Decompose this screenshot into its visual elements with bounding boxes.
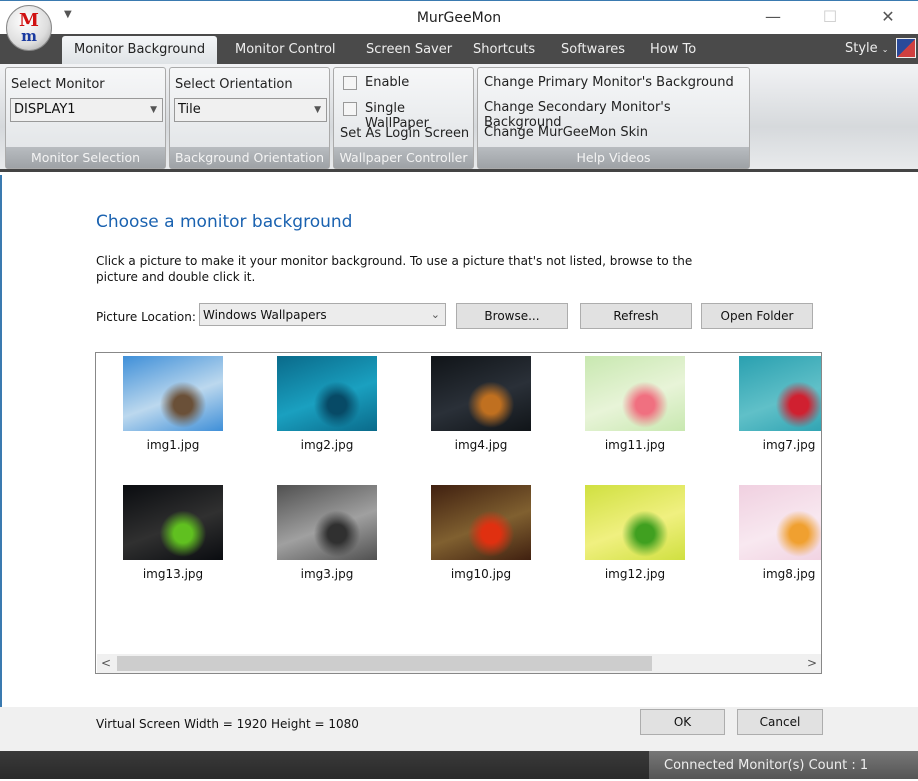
- page-title: Choose a monitor background: [96, 212, 353, 232]
- dropdown-arrow-icon: ▼: [314, 105, 321, 115]
- thumbnail-label: img12.jpg: [604, 567, 666, 581]
- thumbnail-image[interactable]: [431, 485, 531, 560]
- thumbnail-image[interactable]: [739, 356, 821, 431]
- quick-access-dropdown-icon[interactable]: ▼: [64, 9, 72, 20]
- cancel-button[interactable]: Cancel: [737, 709, 823, 735]
- description-text: Click a picture to make it your monitor …: [96, 254, 693, 284]
- chevron-down-icon: ⌄: [881, 45, 889, 54]
- style-menu[interactable]: Style ⌄: [845, 41, 889, 56]
- chevron-down-icon: ⌄: [430, 308, 440, 321]
- dropdown-arrow-icon: ▼: [150, 105, 157, 115]
- minimize-button[interactable]: —: [758, 7, 788, 26]
- enable-label: Enable: [365, 75, 410, 90]
- group-label: Help Videos: [478, 147, 749, 168]
- set-login-screen-button[interactable]: Set As Login Screen: [340, 126, 469, 141]
- thumbnail-label: img3.jpg: [300, 567, 354, 581]
- wallpaper-controller-group: Enable Single WallPaper Set As Login Scr…: [333, 67, 474, 169]
- picture-gallery: img1.jpg img2.jpg img4.jpg img11.jpg img7.jp…: [95, 352, 822, 674]
- scroll-right-icon[interactable]: >: [807, 656, 817, 670]
- tab-how-to[interactable]: How To: [638, 34, 708, 64]
- group-label: Wallpaper Controller: [334, 147, 473, 168]
- thumbnail-label: img11.jpg: [604, 438, 666, 452]
- horizontal-scrollbar[interactable]: < >: [97, 654, 821, 673]
- close-button[interactable]: ✕: [873, 7, 903, 26]
- connected-monitors-status: Connected Monitor(s) Count : 1: [649, 751, 918, 779]
- footer: Virtual Screen Width = 1920 Height = 108…: [0, 707, 918, 751]
- thumbnail-label: img13.jpg: [142, 567, 204, 581]
- refresh-button[interactable]: Refresh: [580, 303, 692, 329]
- picture-location-value: Windows Wallpapers: [203, 308, 327, 322]
- tab-softwares[interactable]: Softwares: [549, 34, 637, 64]
- thumbnail-label: img4.jpg: [454, 438, 508, 452]
- open-folder-button[interactable]: Open Folder: [701, 303, 813, 329]
- color-style-icon[interactable]: [896, 38, 916, 58]
- monitor-select-value: DISPLAY1: [14, 102, 76, 117]
- thumbnail-image[interactable]: [585, 485, 685, 560]
- thumbnail-image[interactable]: [585, 356, 685, 431]
- thumbnail-label: img7.jpg: [762, 438, 816, 452]
- thumbnail-label: img8.jpg: [762, 567, 816, 581]
- virtual-screen-info: Virtual Screen Width = 1920 Height = 108…: [96, 717, 359, 731]
- picture-location-label: Picture Location:: [96, 310, 196, 324]
- group-label: Monitor Selection: [6, 147, 165, 168]
- tab-monitor-background[interactable]: Monitor Background: [62, 36, 218, 64]
- thumbnail-image[interactable]: [277, 485, 377, 560]
- background-orientation-group: Select Orientation Tile ▼ Background Orie…: [169, 67, 330, 169]
- thumbnail-image[interactable]: [277, 356, 377, 431]
- ribbon: Select Monitor DISPLAY1 ▼ Monitor Selecti…: [0, 64, 918, 172]
- thumbnail-label: img2.jpg: [300, 438, 354, 452]
- thumbnail-image[interactable]: [123, 485, 223, 560]
- help-primary-background-link[interactable]: Change Primary Monitor's Background: [484, 75, 734, 90]
- monitor-selection-group: Select Monitor DISPLAY1 ▼ Monitor Selecti…: [5, 67, 166, 169]
- scroll-left-icon[interactable]: <: [101, 656, 111, 670]
- select-monitor-label: Select Monitor: [11, 77, 105, 92]
- thumbnail-label: img10.jpg: [450, 567, 512, 581]
- tab-screen-saver[interactable]: Screen Saver: [354, 34, 464, 64]
- orientation-select[interactable]: Tile ▼: [174, 98, 327, 122]
- scrollbar-thumb[interactable]: [117, 656, 652, 671]
- thumbnail-image[interactable]: [739, 485, 821, 560]
- title-bar: MurGeeMon ▼ — ☐ ✕: [0, 0, 918, 34]
- group-label: Background Orientation: [170, 147, 329, 168]
- help-videos-group: Change Primary Monitor's Background Chan…: [477, 67, 750, 169]
- style-label: Style: [845, 41, 878, 56]
- app-logo[interactable]: Mm: [6, 5, 52, 51]
- thumbnail-image[interactable]: [123, 356, 223, 431]
- help-change-skin-link[interactable]: Change MurGeeMon Skin: [484, 125, 648, 140]
- tab-shortcuts[interactable]: Shortcuts: [461, 34, 547, 64]
- single-wallpaper-checkbox[interactable]: [343, 102, 357, 116]
- ok-button[interactable]: OK: [640, 709, 725, 735]
- picture-location-select[interactable]: Windows Wallpapers ⌄: [199, 303, 446, 326]
- browse-button[interactable]: Browse...: [456, 303, 568, 329]
- thumbnail-label: img1.jpg: [146, 438, 200, 452]
- orientation-select-value: Tile: [178, 102, 201, 117]
- enable-checkbox[interactable]: [343, 76, 357, 90]
- select-orientation-label: Select Orientation: [175, 77, 293, 92]
- ribbon-tabs: Monitor Background Monitor Control Scree…: [0, 34, 918, 64]
- maximize-button[interactable]: ☐: [815, 7, 845, 26]
- tab-monitor-control[interactable]: Monitor Control: [223, 34, 348, 64]
- monitor-select[interactable]: DISPLAY1 ▼: [10, 98, 163, 122]
- thumbnail-image[interactable]: [431, 356, 531, 431]
